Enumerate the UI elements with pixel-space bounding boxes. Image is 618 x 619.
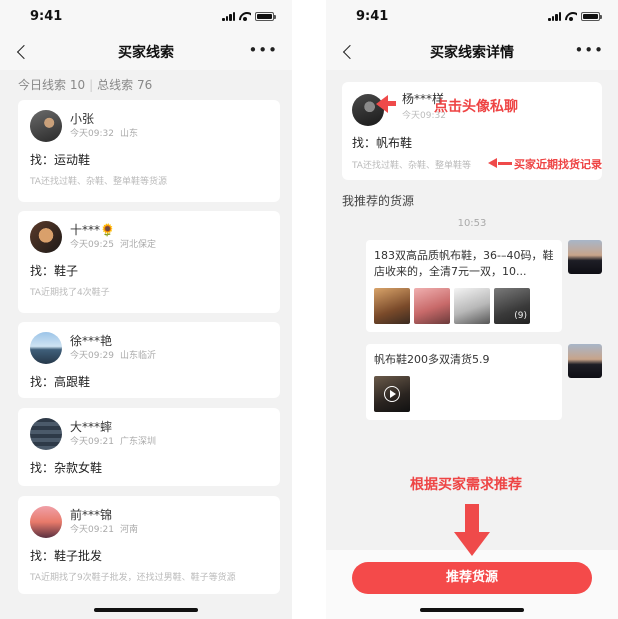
my-avatar[interactable] [568, 344, 602, 378]
avatar[interactable] [30, 332, 62, 364]
nav-bar: 买家线索 ••• [0, 34, 292, 70]
lead-location: 河北保定 [119, 240, 156, 250]
lead-detail-screen: 9:41 买家线索详情 ••• 杨***样 今天09:32 找：帆布鞋 TA还找… [326, 0, 618, 619]
total-count: 总线索 76 [97, 78, 153, 92]
more-icon[interactable]: ••• [574, 43, 604, 58]
image-count: (9) [514, 311, 527, 321]
lead-card[interactable]: 十***🌻 今天09:25 河北保定 找：鞋子 TA近期找了4次鞋子 [18, 211, 280, 313]
lead-demand: 找：鞋子批发 [30, 549, 103, 563]
lead-location: 山东临沂 [119, 351, 156, 361]
lead-location: 山东 [119, 129, 138, 139]
nav-bar: 买家线索详情 ••• [326, 34, 618, 70]
lead-list-screen: 9:41 买家线索 ••• 今日线索 10 | 总线索 76 小张 今天09:32 山… [0, 0, 292, 619]
buyer-detail-card: 杨***样 今天09:32 找：帆布鞋 TA还找过鞋、杂鞋、整单鞋等 点击头像私… [342, 82, 602, 180]
annotation-arrow-down-icon [454, 532, 490, 556]
buyer-name: 十***🌻 [70, 223, 115, 237]
avatar[interactable] [30, 221, 62, 253]
annotation-avatar-chat: 点击头像私聊 [434, 99, 518, 115]
annotation-recent-history: 买家近期找货记录 [514, 158, 602, 171]
lead-location: 广东深圳 [119, 437, 156, 447]
lead-time: 今天09:29 [70, 351, 114, 361]
goods-video[interactable] [374, 376, 410, 412]
status-icons [548, 12, 602, 21]
recommended-goods-message[interactable]: 帆布鞋200多双清货5.9 [366, 344, 562, 420]
annotation-recommend-by-need: 根据买家需求推荐 [410, 477, 522, 493]
lead-time: 今天09:21 [70, 437, 114, 447]
lead-card[interactable]: 前***锦 今天09:21 河南 找：鞋子批发 TA近期找了9次鞋子批发，还找过男… [18, 496, 280, 594]
goods-description: 183双高品质帆布鞋，36-–40码，鞋店收来的，全清7元一双，10... [374, 249, 554, 278]
home-indicator [94, 608, 198, 612]
wifi-icon [239, 12, 251, 21]
goods-image[interactable]: (9) [494, 288, 530, 324]
recommended-goods-message[interactable]: 183双高品质帆布鞋，36-–40码，鞋店收来的，全清7元一双，10... (9… [366, 240, 562, 332]
status-bar: 9:41 [326, 0, 618, 34]
annotation-arrow-shaft [498, 162, 512, 165]
battery-icon [255, 12, 276, 21]
page-title: 买家线索详情 [430, 45, 514, 61]
lead-demand: 找：杂款女鞋 [30, 461, 103, 475]
buyer-name: 小张 [70, 112, 95, 126]
lead-time: 今天09:25 [70, 240, 114, 250]
divider: | [89, 78, 94, 92]
lead-card[interactable]: 徐***艳 今天09:29 山东临沂 找：高跟鞋 [18, 322, 280, 398]
annotation-arrow-left-icon [376, 95, 388, 113]
status-bar: 9:41 [0, 0, 292, 34]
home-indicator [420, 608, 524, 612]
goods-image[interactable] [374, 288, 410, 324]
lead-card[interactable]: 大***蟀 今天09:21 广东深圳 找：杂款女鞋 [18, 408, 280, 486]
lead-history: TA近期找了9次鞋子批发，还找过男鞋、鞋子等货源 [30, 573, 236, 583]
lead-demand: 找：鞋子 [30, 264, 79, 278]
lead-card[interactable]: 小张 今天09:32 山东 找：运动鞋 TA还找过鞋、杂鞋、整单鞋等货源 [18, 100, 280, 202]
annotation-arrow-shaft [465, 504, 479, 534]
goods-image[interactable] [414, 288, 450, 324]
goods-description: 帆布鞋200多双清货5.9 [374, 353, 490, 366]
lead-demand: 找：高跟鞋 [30, 375, 91, 389]
buyer-name: 徐***艳 [70, 334, 113, 348]
more-icon[interactable]: ••• [248, 43, 278, 58]
wifi-icon [565, 12, 577, 21]
lead-demand: 找：运动鞋 [30, 153, 91, 167]
signal-icon [548, 12, 561, 21]
lead-summary: 今日线索 10 | 总线索 76 [0, 70, 292, 96]
status-icons [222, 12, 276, 21]
avatar[interactable] [30, 418, 62, 450]
status-time: 9:41 [356, 9, 389, 24]
buyer-demand: 找：帆布鞋 [352, 136, 413, 150]
annotation-arrow-left-icon [488, 158, 497, 168]
lead-time: 今天09:21 [70, 525, 114, 535]
recommend-goods-button[interactable]: 推荐货源 [352, 562, 592, 594]
buyer-history: TA还找过鞋、杂鞋、整单鞋等 [352, 161, 471, 171]
goods-thumbnails: (9) [374, 288, 554, 324]
buyer-name: 前***锦 [70, 508, 113, 522]
signal-icon [222, 12, 235, 21]
back-icon[interactable] [16, 44, 28, 60]
avatar[interactable] [30, 506, 62, 538]
today-count: 今日线索 10 [18, 78, 86, 92]
play-icon [384, 386, 400, 402]
message-timestamp: 10:53 [457, 218, 487, 229]
page-title: 买家线索 [118, 45, 174, 61]
goods-image[interactable] [454, 288, 490, 324]
battery-icon [581, 12, 602, 21]
lead-time: 今天09:32 [70, 129, 114, 139]
back-icon[interactable] [342, 44, 354, 60]
lead-history: TA近期找了4次鞋子 [30, 288, 110, 298]
recommended-section-title: 我推荐的货源 [342, 194, 415, 208]
avatar[interactable] [30, 110, 62, 142]
status-time: 9:41 [30, 9, 63, 24]
goods-thumbnails [374, 376, 554, 412]
buyer-name: 大***蟀 [70, 420, 113, 434]
my-avatar[interactable] [568, 240, 602, 274]
lead-history: TA还找过鞋、杂鞋、整单鞋等货源 [30, 177, 167, 187]
lead-location: 河南 [119, 525, 138, 535]
